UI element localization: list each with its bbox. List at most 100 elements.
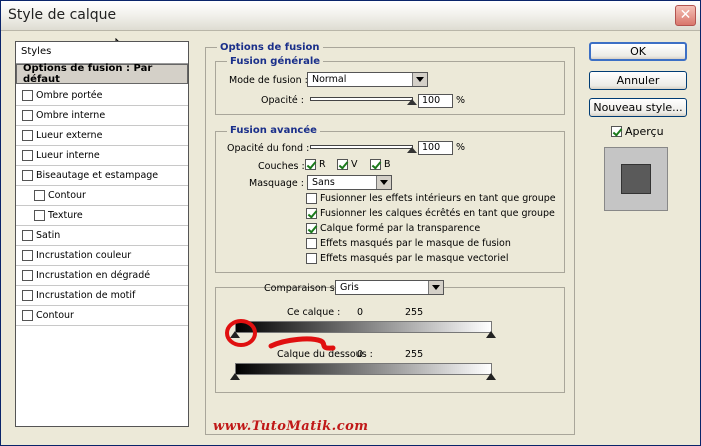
chevron-down-icon xyxy=(428,281,443,294)
blend-if-select[interactable]: Gris xyxy=(335,280,444,295)
style-item[interactable]: Incrustation en dégradé xyxy=(16,266,188,286)
underlying-white-slider-icon[interactable] xyxy=(486,373,496,380)
checkbox-icon[interactable] xyxy=(34,190,45,201)
blend-mode-value: Normal xyxy=(312,74,347,85)
this-layer-high-value: 255 xyxy=(405,307,424,318)
channel-r-label: R xyxy=(319,159,326,170)
advanced-option-checkbox[interactable]: Effets masqués par le masque de fusion xyxy=(306,238,511,249)
title-bar: Style de calque ✕ xyxy=(1,1,700,31)
checkbox-checked-icon[interactable] xyxy=(337,159,348,170)
checkbox-icon[interactable] xyxy=(22,290,33,301)
fill-opacity-input[interactable]: 100 xyxy=(418,141,453,155)
style-item[interactable]: Ombre portée xyxy=(16,86,188,106)
checkbox-icon[interactable] xyxy=(22,110,33,121)
opacity-input[interactable]: 100 xyxy=(418,94,453,108)
checkbox-checked-icon[interactable] xyxy=(306,223,317,234)
fill-opacity-slider[interactable] xyxy=(310,145,417,153)
style-item-label: Contour xyxy=(48,190,86,201)
this-layer-label: Ce calque : xyxy=(287,307,341,318)
checkbox-icon[interactable] xyxy=(34,210,45,221)
style-item[interactable]: Lueur externe xyxy=(16,126,188,146)
checkbox-icon[interactable] xyxy=(22,250,33,261)
general-blending-group xyxy=(215,61,565,115)
style-item[interactable]: Satin xyxy=(16,226,188,246)
channel-r-checkbox[interactable]: R xyxy=(305,159,326,170)
advanced-option-checkbox[interactable]: Fusionner les calques écrêtés en tant qu… xyxy=(306,208,555,219)
checkbox-icon[interactable] xyxy=(22,230,33,241)
underlying-gradient-bar[interactable] xyxy=(235,363,492,375)
preview-label: Aperçu xyxy=(625,125,664,138)
blend-mode-select[interactable]: Normal xyxy=(307,72,428,87)
style-item-label: Ombre interne xyxy=(36,110,106,121)
advanced-option-checkbox[interactable]: Calque formé par la transparence xyxy=(306,223,480,234)
watermark-text: www.TutoMatik.com xyxy=(213,419,369,434)
close-button[interactable]: ✕ xyxy=(675,5,696,26)
checkbox-checked-icon[interactable] xyxy=(611,126,622,137)
style-item-label: Lueur interne xyxy=(36,150,100,161)
advanced-option-label: Effets masqués par le masque vectoriel xyxy=(320,253,509,264)
this-layer-low-value: 0 xyxy=(357,307,364,318)
advanced-blending-title: Fusion avancée xyxy=(227,125,320,136)
advanced-option-checkbox[interactable]: Effets masqués par le masque vectoriel xyxy=(306,253,508,264)
checkbox-icon[interactable] xyxy=(306,253,317,264)
blend-if-value: Gris xyxy=(340,282,359,293)
checkbox-icon[interactable] xyxy=(22,310,33,321)
checkbox-icon[interactable] xyxy=(22,90,33,101)
opacity-slider[interactable] xyxy=(310,97,417,105)
checkbox-icon[interactable] xyxy=(22,170,33,181)
checkbox-checked-icon[interactable] xyxy=(306,208,317,219)
window-title: Style de calque xyxy=(8,7,117,23)
fill-opacity-percent: % xyxy=(456,142,466,153)
styles-list-header: Styles xyxy=(16,42,188,64)
channel-v-label: V xyxy=(351,159,358,170)
general-blending-title: Fusion générale xyxy=(227,56,324,67)
knockout-select[interactable]: Sans xyxy=(307,175,392,190)
style-item[interactable]: Contour xyxy=(16,186,188,206)
style-item-label: Options de fusion : Par défaut xyxy=(23,63,153,85)
advanced-option-checkbox[interactable]: Fusionner les effets intérieurs en tant … xyxy=(306,193,556,204)
style-item[interactable]: Biseautage et estampage xyxy=(16,166,188,186)
style-item[interactable]: Ombre interne xyxy=(16,106,188,126)
blending-options-title: Options de fusion xyxy=(217,42,323,53)
style-item[interactable]: Texture xyxy=(16,206,188,226)
close-icon: ✕ xyxy=(679,7,692,23)
style-item[interactable]: Contour xyxy=(16,306,188,326)
advanced-option-label: Fusionner les calques écrêtés en tant qu… xyxy=(320,208,555,219)
style-item[interactable]: Incrustation couleur xyxy=(16,246,188,266)
checkbox-icon[interactable] xyxy=(22,130,33,141)
style-item-label: Biseautage et estampage xyxy=(36,170,159,181)
checkbox-icon[interactable] xyxy=(306,193,317,204)
slider-handle-icon[interactable] xyxy=(407,147,417,153)
slider-handle-icon[interactable] xyxy=(407,99,417,105)
style-item[interactable]: Lueur interne xyxy=(16,146,188,166)
cancel-button[interactable]: Annuler xyxy=(589,71,687,90)
style-item-label: Incrustation en dégradé xyxy=(36,270,151,281)
checkbox-icon[interactable] xyxy=(22,150,33,161)
this-layer-black-slider-icon[interactable] xyxy=(230,331,240,338)
this-layer-white-slider-icon[interactable] xyxy=(486,331,496,338)
knockout-value: Sans xyxy=(312,177,335,188)
channel-b-checkbox[interactable]: B xyxy=(370,159,391,170)
channel-v-checkbox[interactable]: V xyxy=(337,159,358,170)
style-item-label: Incrustation de motif xyxy=(36,290,136,301)
preview-checkbox[interactable]: Aperçu xyxy=(611,125,664,138)
styles-list: Styles Options de fusion : Par défaut Omb… xyxy=(15,41,189,427)
chevron-down-icon xyxy=(412,73,427,86)
underlying-black-slider-icon[interactable] xyxy=(230,373,240,380)
underlying-low-value: 0 xyxy=(357,349,364,360)
new-style-button[interactable]: Nouveau style... xyxy=(589,98,687,117)
fill-opacity-label: Opacité du fond : xyxy=(227,143,310,154)
knockout-label: Masquage : xyxy=(249,178,304,189)
this-layer-gradient-bar[interactable] xyxy=(235,321,492,333)
checkbox-icon[interactable] xyxy=(306,238,317,249)
style-item[interactable]: Incrustation de motif xyxy=(16,286,188,306)
layer-style-dialog: Style de calque ✕ Styles Options de fusi… xyxy=(0,0,701,446)
checkbox-checked-icon[interactable] xyxy=(305,159,316,170)
style-item[interactable]: Options de fusion : Par défaut xyxy=(16,63,188,85)
style-item-label: Incrustation couleur xyxy=(36,250,132,261)
checkbox-icon[interactable] xyxy=(22,270,33,281)
channel-b-label: B xyxy=(384,159,391,170)
style-item-label: Satin xyxy=(36,230,61,241)
checkbox-checked-icon[interactable] xyxy=(370,159,381,170)
ok-button[interactable]: OK xyxy=(589,42,687,61)
